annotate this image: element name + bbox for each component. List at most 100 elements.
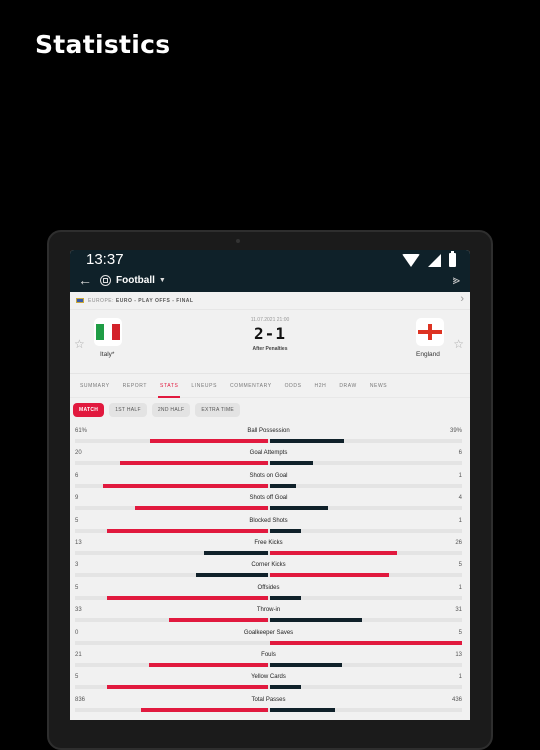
stat-bar-track	[75, 550, 462, 555]
stat-bar-away	[269, 439, 344, 443]
europe-flag-icon	[76, 298, 84, 303]
stat-label: Shots off Goal	[249, 495, 288, 502]
stat-label: Goal Attempts	[249, 450, 288, 457]
stat-away-value: 436	[451, 696, 462, 703]
status-icons	[402, 251, 456, 267]
stat-bar-track	[75, 618, 462, 623]
stat-row: 836 Total Passes 436	[75, 693, 462, 715]
tab-commentary[interactable]: COMMENTARY	[230, 374, 272, 398]
stat-label: Shots on Goal	[249, 472, 288, 479]
back-arrow-icon[interactable]: ←	[78, 272, 92, 288]
home-team-name[interactable]: Italy*	[100, 351, 114, 358]
stats-list: 61% Ball Possession 39% 20 Goal Attempts 6 6 Sh…	[70, 424, 470, 715]
stat-bar-track	[75, 595, 462, 600]
stat-row: 5 Offsides 1	[75, 581, 462, 603]
stat-bar-track	[75, 662, 462, 667]
app-screen: 13:37 ← Football ▼ ⪢ EUROPE: EURO - PLAY…	[70, 250, 470, 720]
stat-away-value: 5	[458, 562, 462, 569]
period-tabs: MATCH 1ST HALF 2ND HALF EXTRA TIME	[70, 398, 470, 424]
signal-icon	[428, 253, 441, 267]
stat-bar-track	[75, 573, 462, 578]
stat-label: Throw-in	[256, 607, 281, 614]
stat-bar-away	[269, 595, 301, 600]
england-flag-icon	[418, 324, 442, 340]
match-tabs: SUMMARY REPORT STATS LINEUPS COMMENTARY ODDS H…	[70, 374, 470, 398]
stat-away-value: 31	[455, 607, 462, 614]
chevron-down-icon[interactable]: ▼	[159, 277, 166, 284]
tab-lineups[interactable]: LINEUPS	[191, 374, 217, 398]
camera-dot	[236, 239, 240, 243]
wifi-icon	[402, 253, 420, 267]
chevron-right-icon: ›	[460, 293, 464, 305]
stat-row: 21 Fouls 13	[75, 648, 462, 670]
tab-h2h[interactable]: H2H	[315, 374, 327, 398]
stat-bar-away	[269, 528, 301, 533]
stat-label: Yellow Cards	[251, 674, 286, 681]
stat-bar-home	[107, 528, 268, 533]
period-2nd-half[interactable]: 2ND HALF	[151, 403, 191, 417]
stat-bar-home	[107, 685, 268, 690]
stat-bar-track	[75, 461, 462, 466]
period-1st-half[interactable]: 1ST HALF	[109, 403, 147, 417]
stat-away-value: 13	[455, 651, 462, 658]
tab-summary[interactable]: SUMMARY	[80, 374, 110, 398]
stat-bar-home	[119, 461, 268, 466]
stat-row: 33 Throw-in 31	[75, 603, 462, 625]
tab-odds[interactable]: ODDS	[285, 374, 302, 398]
stat-label: Fouls	[261, 651, 276, 658]
tab-report[interactable]: REPORT	[123, 374, 147, 398]
league-row[interactable]: EUROPE: EURO - PLAY OFFS - FINAL ›	[70, 292, 470, 310]
period-match[interactable]: MATCH	[73, 403, 105, 417]
stat-row: 13 Free Kicks 26	[75, 536, 462, 558]
favorite-away-star-icon[interactable]: ☆	[453, 337, 464, 351]
nav-row: ← Football ▼ ⪢	[78, 271, 460, 289]
stat-bar-away	[269, 618, 363, 623]
match-status: After Penalties	[252, 346, 288, 352]
football-icon	[100, 274, 111, 286]
stat-label: Blocked Shots	[249, 517, 288, 524]
stat-bar-away	[269, 707, 335, 712]
stat-bar-track	[75, 528, 462, 533]
stat-row: 20 Goal Attempts 6	[75, 446, 462, 468]
stat-away-value: 1	[458, 517, 462, 524]
stat-bar-home	[150, 439, 268, 443]
stat-row: 6 Shots on Goal 1	[75, 469, 462, 491]
stat-label: Total Passes	[251, 696, 286, 703]
stat-away-value: 5	[458, 629, 462, 636]
tab-news[interactable]: NEWS	[370, 374, 387, 398]
period-extra-time[interactable]: EXTRA TIME	[195, 403, 241, 417]
page-title: Statistics	[35, 30, 171, 59]
league-name: EUROPE: EURO - PLAY OFFS - FINAL	[88, 297, 194, 304]
tab-draw[interactable]: DRAW	[339, 374, 357, 398]
stat-label: Corner Kicks	[251, 562, 286, 569]
stat-away-value: 26	[455, 539, 462, 546]
stat-away-value: 39%	[449, 428, 462, 434]
match-header: ☆ Italy* 11.07.2021 21:00 2-1 After Pena…	[70, 310, 470, 374]
stat-bar-away	[269, 640, 462, 645]
stat-bar-home	[195, 573, 268, 578]
tab-stats[interactable]: STATS	[157, 374, 181, 398]
away-team-name[interactable]: England	[416, 351, 440, 358]
stat-bar-track	[75, 640, 462, 645]
sport-selector[interactable]: Football	[116, 275, 155, 286]
stat-bar-home	[168, 618, 268, 623]
match-datetime: 11.07.2021 21:00	[250, 317, 290, 323]
stat-label: Ball Possession	[247, 428, 290, 434]
stat-away-value: 1	[458, 472, 462, 479]
away-team-logo[interactable]	[416, 318, 444, 346]
stat-bar-track	[75, 439, 462, 443]
stat-bar-away	[269, 506, 329, 511]
stat-away-value: 1	[458, 674, 462, 681]
stat-bar-track	[75, 707, 462, 712]
stat-bar-away	[269, 573, 390, 578]
stat-bar-home	[107, 595, 268, 600]
stat-bar-away	[269, 483, 297, 488]
status-time: 13:37	[86, 251, 124, 268]
stat-bar-track	[75, 483, 462, 488]
stat-bar-away	[269, 662, 343, 667]
stat-bar-away	[269, 461, 314, 466]
share-icon[interactable]: ⪢	[453, 272, 460, 288]
stat-row: 5 Yellow Cards 1	[75, 670, 462, 692]
stat-bar-home	[141, 707, 268, 712]
battery-icon	[449, 251, 456, 267]
